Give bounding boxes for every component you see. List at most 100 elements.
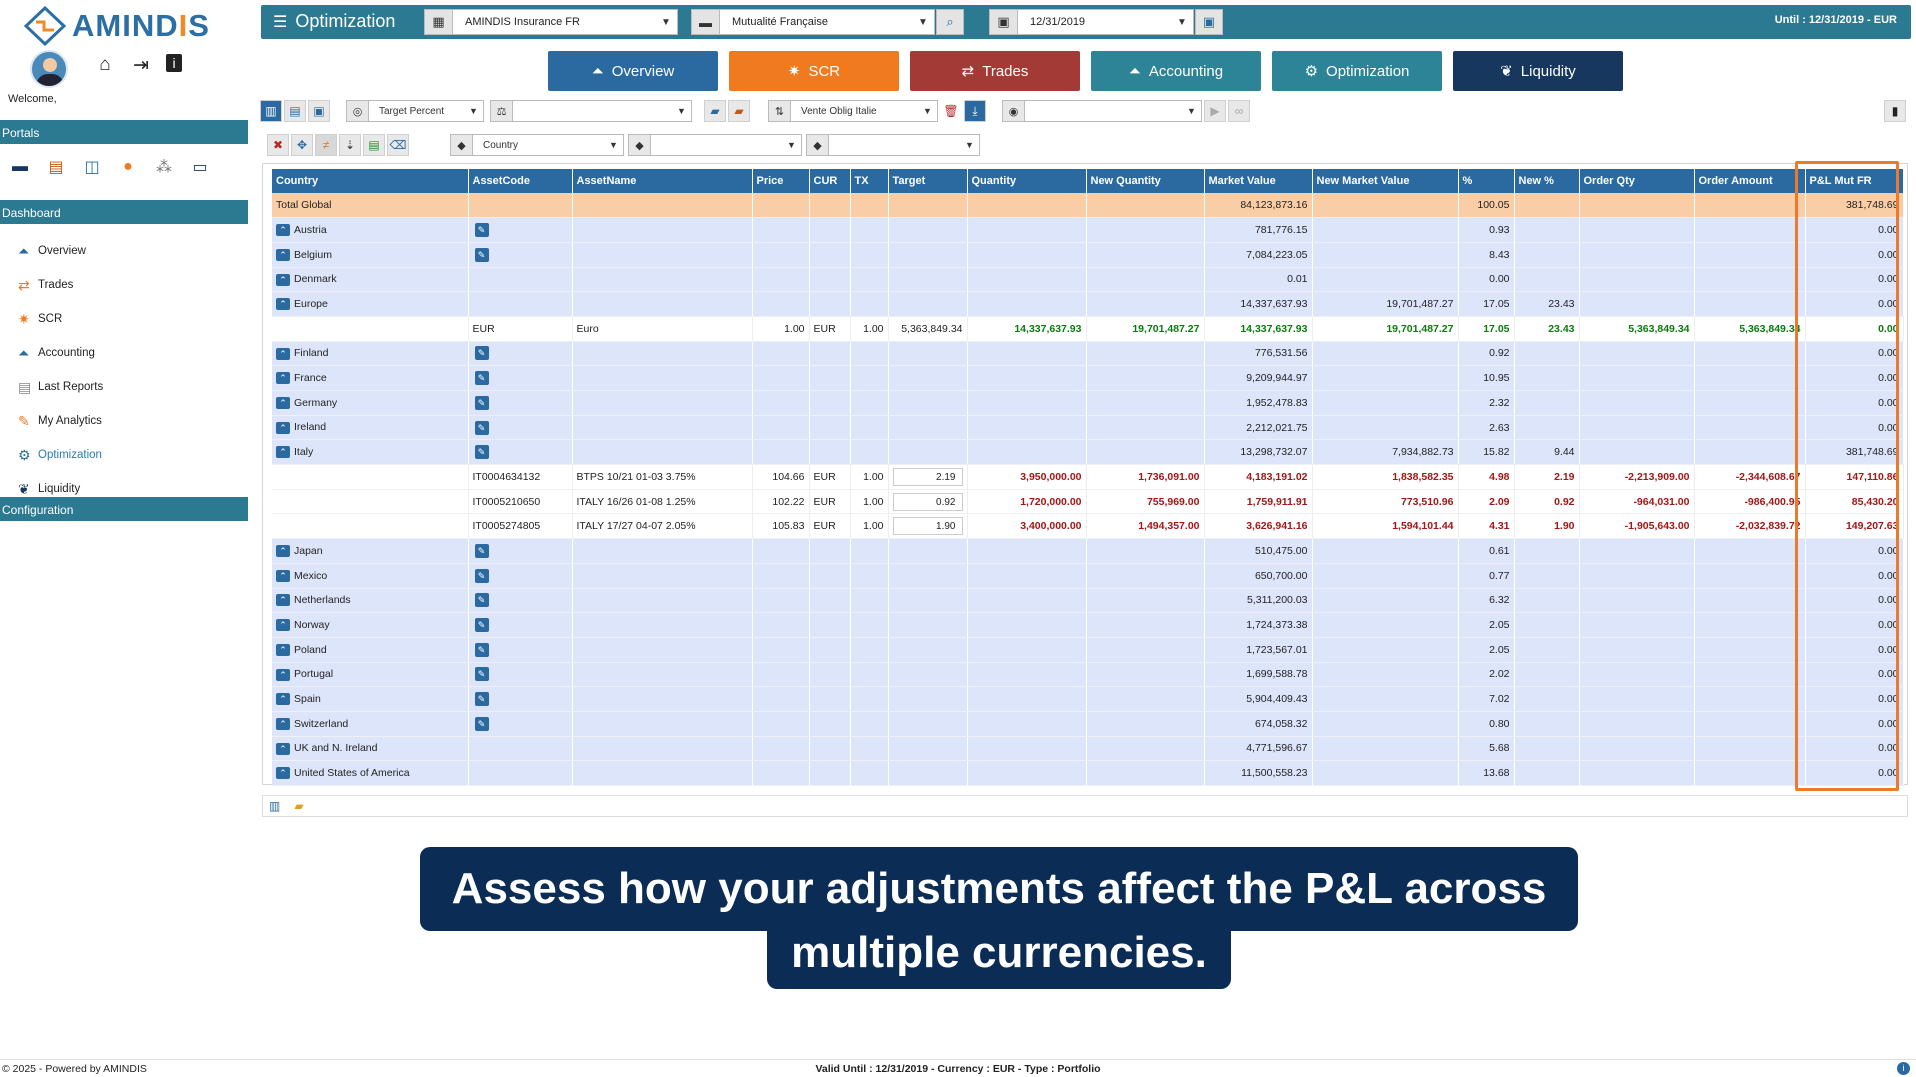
chart-board-icon[interactable]: ◫ — [82, 157, 102, 177]
excel-icon[interactable]: ▤ — [363, 134, 385, 156]
country-row[interactable]: ⌃ Europe 14,337,637.93 19,701,487.27 17.05 23… — [272, 291, 1904, 317]
edit-icon[interactable]: ✎ — [474, 223, 489, 238]
asset-row[interactable]: EUR Euro 1.00 EUR 1.00 5,363,849.34 14,337,637… — [272, 316, 1904, 342]
edit-icon[interactable]: ✎ — [474, 346, 489, 361]
column-header[interactable]: New Market Value — [1312, 169, 1459, 193]
chevron-up-icon[interactable]: ⌃ — [276, 298, 290, 311]
edit-icon[interactable]: ✎ — [474, 642, 489, 657]
tab-trades[interactable]: ⇄ Trades — [910, 51, 1080, 91]
tab-scr[interactable]: ✷ SCR — [729, 51, 899, 91]
sidebar-item-my-analytics[interactable]: ✎ My Analytics — [0, 404, 248, 438]
home-icon[interactable]: ⌂ — [94, 54, 116, 76]
chevron-up-icon[interactable]: ⌃ — [276, 742, 290, 755]
scenario-select[interactable]: ⇅ Vente Oblig Italie ▼ — [768, 100, 938, 122]
avatar[interactable] — [30, 50, 68, 88]
date-select[interactable]: ▣ 12/31/2019 ▼ — [989, 9, 1194, 35]
clipboard-icon[interactable]: ▣ — [308, 100, 330, 122]
id-card-icon[interactable]: ▭ — [190, 157, 210, 177]
chevron-up-icon[interactable]: ⌃ — [276, 569, 290, 582]
report-icon[interactable]: ▤ — [46, 157, 66, 177]
country-row[interactable]: ⌃ Switzerland ✎ 674,058.32 0.80 0.00 — [272, 711, 1904, 737]
sort-desc-icon[interactable]: ⇣ — [339, 134, 361, 156]
chevron-up-icon[interactable]: ⌃ — [276, 643, 290, 656]
open-folder-icon[interactable]: ▰ — [294, 799, 303, 813]
portals-header[interactable]: Portals — [0, 120, 248, 144]
edit-icon[interactable]: ✎ — [474, 247, 489, 262]
sidebar-item-trades[interactable]: ⇄ Trades — [0, 268, 248, 302]
brain-icon[interactable]: ● — [118, 157, 138, 177]
edit-icon[interactable]: ✎ — [474, 395, 489, 410]
group-by-2-select[interactable]: ◆ ▼ — [628, 134, 802, 156]
asset-row[interactable]: IT0005274805 ITALY 17/27 04-07 2.05% 105.8… — [272, 513, 1904, 540]
export-file-icon[interactable]: ▮ — [1884, 100, 1906, 122]
chevron-up-icon[interactable]: ⌃ — [276, 396, 290, 409]
column-header[interactable]: Quantity — [967, 169, 1087, 193]
search-button[interactable]: ⌕ — [936, 9, 964, 35]
group-by-select[interactable]: ◆ Country ▼ — [450, 134, 624, 156]
target-input[interactable]: 1.90 — [892, 517, 963, 536]
edit-folder-icon[interactable]: ▰ — [728, 100, 750, 122]
country-row[interactable]: ⌃ United States of America 11,500,558.23 13… — [272, 760, 1904, 786]
chevron-up-icon[interactable]: ⌃ — [276, 668, 290, 681]
view-select[interactable]: ◉ ▼ — [1002, 100, 1202, 122]
chevron-up-icon[interactable]: ⌃ — [276, 693, 290, 706]
tab-overview[interactable]: ⏶ Overview — [548, 51, 718, 91]
column-header[interactable]: New % — [1514, 169, 1580, 193]
info-icon[interactable]: i — [166, 54, 182, 72]
chevron-up-icon[interactable]: ⌃ — [276, 717, 290, 730]
group-by-3-select[interactable]: ◆ ▼ — [806, 134, 980, 156]
delete-icon[interactable]: 🗑 — [940, 100, 962, 122]
expand-all-icon[interactable]: ✥ — [291, 134, 313, 156]
edit-icon[interactable]: ✎ — [474, 593, 489, 608]
country-row[interactable]: ⌃ Finland ✎ 776,531.56 0.92 0.00 — [272, 341, 1904, 367]
filter-toggle-icon[interactable]: ≠ — [315, 134, 337, 156]
target-input[interactable]: 0.92 — [892, 492, 963, 511]
edit-icon[interactable]: ✎ — [474, 618, 489, 633]
tab-accounting[interactable]: ⏶ Accounting — [1091, 51, 1261, 91]
asset-row[interactable]: IT0004634132 BTPS 10/21 01-03 3.75% 104.66… — [272, 464, 1904, 490]
chevron-up-icon[interactable]: ⌃ — [276, 372, 290, 385]
country-row[interactable]: ⌃ Norway ✎ 1,724,373.38 2.05 0.00 — [272, 612, 1904, 638]
edit-icon[interactable]: ✎ — [474, 716, 489, 731]
play-icon[interactable]: ▶ — [1204, 100, 1226, 122]
page-title[interactable]: ☰ Optimization — [273, 11, 395, 32]
sidebar-item-overview[interactable]: ⏶ Overview — [0, 234, 248, 268]
chevron-up-icon[interactable]: ⌃ — [276, 273, 290, 286]
sidebar-item-optimization[interactable]: ⚙ Optimization — [0, 438, 248, 472]
chevron-up-icon[interactable]: ⌃ — [276, 248, 290, 261]
collapse-all-icon[interactable]: ✖ — [267, 134, 289, 156]
model-select[interactable]: ⚖ ▼ — [490, 100, 692, 122]
sidebar-item-accounting[interactable]: ⏶ Accounting — [0, 336, 248, 370]
tab-liquidity[interactable]: ❦ Liquidity — [1453, 51, 1623, 91]
wallet-icon[interactable]: ▬ — [10, 157, 30, 177]
database-icon[interactable]: ▥ — [269, 799, 280, 813]
target-input[interactable]: 2.19 — [892, 467, 963, 486]
column-header[interactable]: Target — [888, 169, 968, 193]
country-row[interactable]: ⌃ France ✎ 9,209,944.97 10.95 0.00 — [272, 365, 1904, 391]
grid-menu-icon[interactable]: ☰ — [273, 12, 287, 32]
column-header[interactable]: AssetCode — [468, 169, 573, 193]
country-row[interactable]: ⌃ Spain ✎ 5,904,409.43 7.02 0.00 — [272, 686, 1904, 712]
column-header[interactable]: P&L Mut FR — [1805, 169, 1904, 193]
edit-icon[interactable]: ✎ — [474, 543, 489, 558]
country-row[interactable]: ⌃ Netherlands ✎ 5,311,200.03 6.32 0.00 — [272, 588, 1904, 614]
country-row[interactable]: ⌃ Denmark 0.01 0.00 0.00 — [272, 267, 1904, 293]
entity-select[interactable]: ▦ AMINDIS Insurance FR ▼ — [424, 9, 678, 35]
country-row[interactable]: ⌃ Austria ✎ 781,776.15 0.93 0.00 — [272, 217, 1904, 243]
dashboard-header[interactable]: Dashboard — [0, 200, 248, 224]
total-row[interactable]: Total Global 84,123,873.16 100.05 381,748.6… — [272, 193, 1904, 219]
column-header[interactable]: % — [1458, 169, 1515, 193]
sidebar-item-last-reports[interactable]: ▤ Last Reports — [0, 370, 248, 404]
chevron-up-icon[interactable]: ⌃ — [276, 446, 290, 459]
country-row[interactable]: ⌃ Belgium ✎ 7,084,223.05 8.43 0.00 — [272, 242, 1904, 268]
eraser-icon[interactable]: ⌫ — [387, 134, 409, 156]
column-header[interactable]: AssetName — [572, 169, 753, 193]
country-row[interactable]: ⌃ Italy ✎ 13,298,732.07 7,934,882.73 15.82 9.4… — [272, 439, 1904, 466]
column-header[interactable]: New Quantity — [1086, 169, 1205, 193]
chevron-up-icon[interactable]: ⌃ — [276, 767, 290, 780]
asset-row[interactable]: IT0005210650 ITALY 16/26 01-08 1.25% 102.2… — [272, 489, 1904, 515]
cubes-icon[interactable]: ⁂ — [154, 157, 174, 177]
portfolio-select[interactable]: ▬ Mutualité Française ▼ — [691, 9, 935, 35]
chevron-up-icon[interactable]: ⌃ — [276, 421, 290, 434]
edit-icon[interactable]: ✎ — [474, 692, 489, 707]
